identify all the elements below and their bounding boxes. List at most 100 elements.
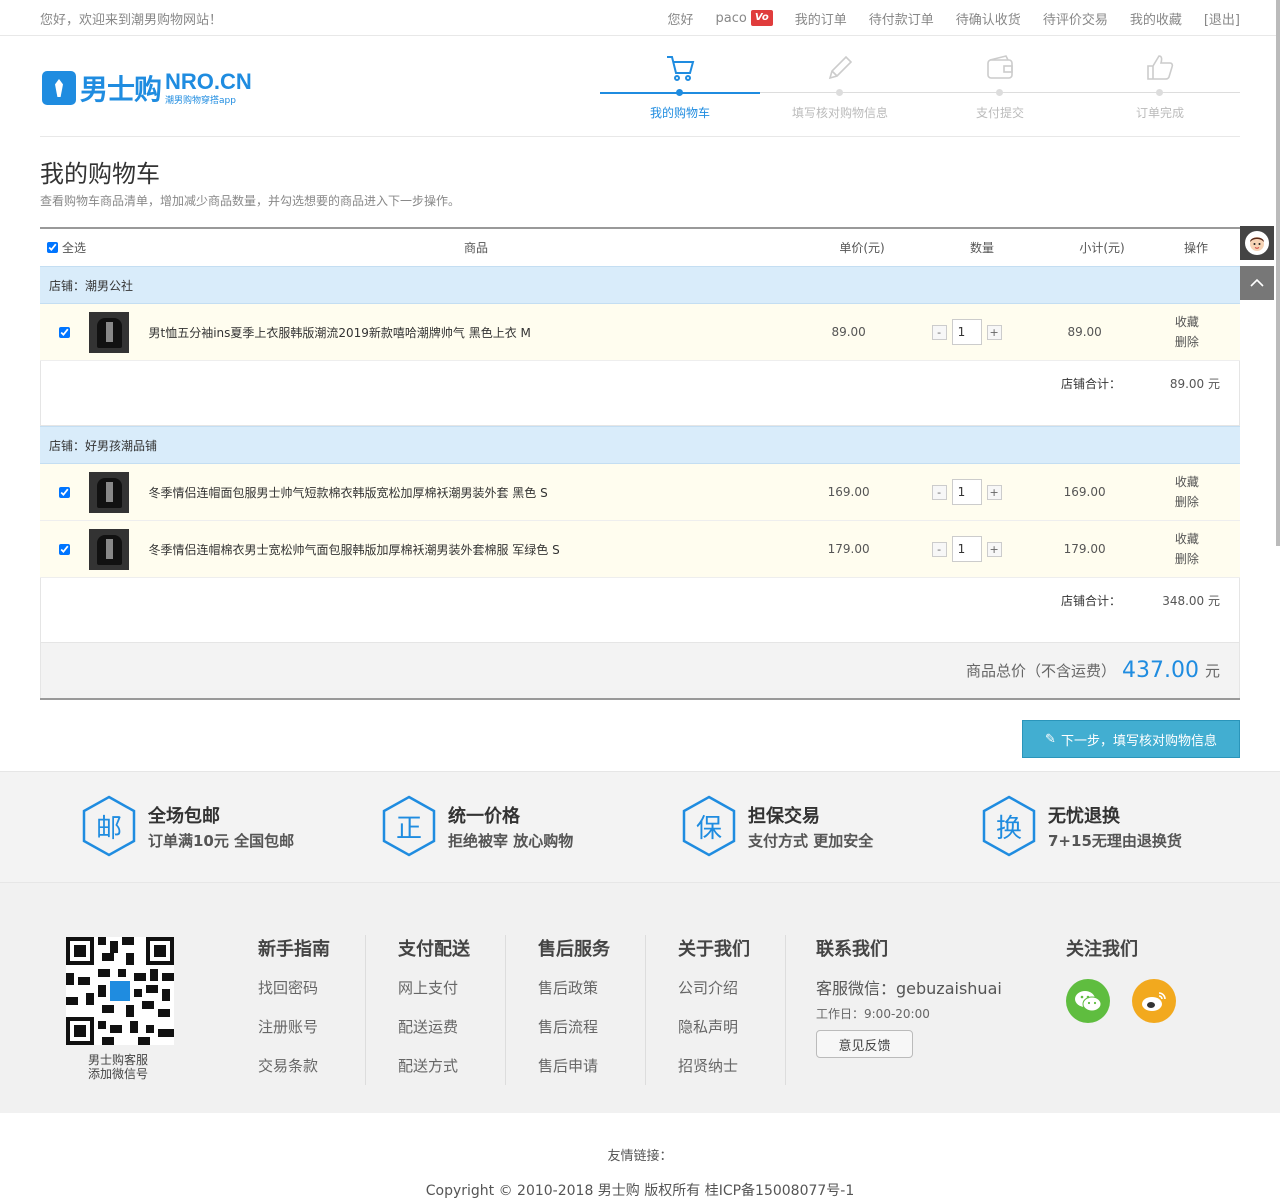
step-fill-info: 填写核对购物信息 — [760, 48, 920, 128]
pending-review-link[interactable]: 待评价交易 — [1043, 9, 1108, 28]
delete-link[interactable]: 删除 — [1134, 549, 1240, 569]
guarantee-desc: 7+15无理由退换货 — [1048, 831, 1182, 850]
decrease-button[interactable]: - — [931, 541, 947, 557]
customer-service-avatar[interactable] — [1240, 226, 1274, 260]
cart-item: 冬季情侣连帽面包服男士帅气短款棉衣韩版宽松加厚棉袄潮男装外套 黑色 S 169.… — [40, 464, 1240, 521]
footer-link[interactable]: 售后政策 — [538, 977, 645, 998]
footer-link[interactable]: 售后申请 — [538, 1055, 645, 1076]
next-step-label: 下一步，填写核对购物信息 — [1060, 733, 1217, 749]
footer-link[interactable]: 售后流程 — [538, 1016, 645, 1037]
feedback-button[interactable]: 意见反馈 — [816, 1030, 913, 1058]
footer: 男士购客服 添加微信号 新手指南 找回密码 注册账号 交易条款 支付配送 网上支付… — [0, 883, 1280, 1113]
quantity-stepper: - 1 + — [898, 536, 1036, 562]
shop-total: 店铺合计： 348.00 元 — [40, 578, 1240, 643]
guarantee-title: 担保交易 — [748, 805, 820, 827]
footer-link[interactable]: 配送方式 — [398, 1055, 505, 1076]
guarantee-secured-trade: 保 担保交易 支付方式 更加安全 — [682, 795, 873, 857]
footer-link[interactable]: 公司介绍 — [678, 977, 785, 998]
select-all-checkbox[interactable] — [47, 242, 58, 253]
logo-en: NRO.CN — [165, 68, 252, 94]
footer-link[interactable]: 配送运费 — [398, 1016, 505, 1037]
guarantee-title: 无忧退换 — [1048, 805, 1120, 827]
page-subtitle: 查看购物车商品清单，增加减少商品数量，并勾选想要的商品进入下一步操作。 — [40, 194, 461, 208]
contact-us: 联系我们 客服微信：gebuzaishuai 工作日：9:00-20:00 意见… — [816, 935, 1002, 1058]
favorite-link[interactable]: 收藏 — [1134, 472, 1240, 492]
footer-col-payment: 支付配送 网上支付 配送运费 配送方式 — [398, 935, 506, 1085]
quantity-input[interactable]: 1 — [951, 536, 982, 562]
product-thumbnail[interactable] — [89, 471, 130, 513]
my-orders-link[interactable]: 我的订单 — [795, 9, 847, 28]
quantity-input[interactable]: 1 — [951, 479, 982, 505]
footer-col-title: 售后服务 — [538, 939, 610, 960]
weibo-icon[interactable] — [1131, 979, 1176, 1023]
footer-col-about: 关于我们 公司介绍 隐私声明 招贤纳士 — [678, 935, 786, 1085]
cart-table: 全选 商品 单价(元) 数量 小计(元) 操作 店铺：潮男公社 男t恤五分袖in… — [40, 227, 1240, 700]
item-checkbox[interactable] — [59, 543, 71, 555]
item-subtotal: 169.00 — [1063, 485, 1106, 499]
logo[interactable]: 男士购 NRO.CN 潮男购物穿搭app — [42, 68, 252, 108]
footer-link[interactable]: 隐私声明 — [678, 1016, 785, 1037]
logo-cn: 男士购 — [80, 73, 162, 106]
product-thumbnail[interactable] — [89, 311, 130, 353]
guarantee-easy-return: 换 无忧退换 7+15无理由退换货 — [982, 795, 1182, 857]
tie-logo-icon — [42, 71, 76, 105]
delete-link[interactable]: 删除 — [1134, 332, 1240, 352]
qr-code-icon — [66, 937, 174, 1045]
increase-button[interactable]: + — [986, 324, 1002, 340]
footer-link[interactable]: 注册账号 — [258, 1016, 365, 1037]
footer-link[interactable]: 网上支付 — [398, 977, 505, 998]
goods-header: 商品 — [464, 241, 489, 255]
guarantee-free-shipping: 邮 全场包邮 订单满10元 全国包邮 — [82, 795, 294, 857]
copyright: Copyright © 2010-2018 男士购 版权所有 桂ICP备1500… — [425, 1183, 855, 1199]
logout-link[interactable]: [退出] — [1204, 9, 1240, 28]
item-checkbox[interactable] — [59, 486, 71, 498]
work-hours: 工作日：9:00-20:00 — [816, 1007, 930, 1021]
product-title[interactable]: 冬季情侣连帽面包服男士帅气短款棉衣韩版宽松加厚棉袄潮男装外套 黑色 S — [129, 484, 799, 501]
price-header: 单价(元) — [839, 241, 885, 255]
pending-payment-link[interactable]: 待付款订单 — [869, 9, 934, 28]
greeting-link[interactable]: 您好 — [668, 9, 694, 28]
guarantee-title: 统一价格 — [448, 805, 520, 827]
favorite-link[interactable]: 收藏 — [1134, 529, 1240, 549]
item-checkbox[interactable] — [59, 326, 71, 338]
shop-total-value: 89.00 元 — [1169, 377, 1220, 391]
cart-item: 男t恤五分袖ins夏季上衣服韩版潮流2019新款嘻哈潮牌帅气 黑色上衣 M 89… — [40, 304, 1240, 361]
quantity-stepper: - 1 + — [898, 479, 1036, 505]
bottom-bar: 友情链接： Copyright © 2010-2018 男士购 版权所有 桂IC… — [0, 1113, 1280, 1203]
guarantee-unified-price: 正 统一价格 拒绝被宰 放心购物 — [382, 795, 573, 857]
increase-button[interactable]: + — [986, 541, 1002, 557]
delete-link[interactable]: 删除 — [1134, 492, 1240, 512]
shop-total-label: 店铺合计： — [1061, 594, 1122, 608]
scrollbar[interactable] — [1276, 0, 1280, 546]
footer-link[interactable]: 找回密码 — [258, 977, 365, 998]
product-title[interactable]: 男t恤五分袖ins夏季上衣服韩版潮流2019新款嘻哈潮牌帅气 黑色上衣 M — [129, 324, 799, 341]
shop-header[interactable]: 店铺：好男孩潮品铺 — [40, 426, 1240, 464]
subtotal-header: 小计(元) — [1079, 241, 1125, 255]
decrease-button[interactable]: - — [931, 324, 947, 340]
pending-receipt-link[interactable]: 待确认收货 — [956, 9, 1021, 28]
item-subtotal: 179.00 — [1063, 542, 1106, 556]
product-thumbnail[interactable] — [89, 528, 130, 570]
footer-link[interactable]: 交易条款 — [258, 1055, 365, 1076]
favorite-link[interactable]: 收藏 — [1134, 312, 1240, 332]
user-link[interactable]: paco Vo — [716, 10, 773, 26]
wechat-id: 客服微信：gebuzaishuai — [816, 979, 1002, 998]
increase-button[interactable]: + — [986, 484, 1002, 500]
next-step-button[interactable]: ✎ 下一步，填写核对购物信息 — [1022, 720, 1240, 758]
shop-total: 店铺合计： 89.00 元 — [40, 361, 1240, 426]
back-to-top-button[interactable] — [1240, 266, 1274, 300]
decrease-button[interactable]: - — [931, 484, 947, 500]
hexagon-icon: 保 — [682, 795, 736, 857]
product-title[interactable]: 冬季情侣连帽棉衣男士宽松帅气面包服韩版加厚棉袄潮男装外套棉服 军绿色 S — [129, 541, 799, 558]
wechat-icon[interactable] — [1066, 979, 1110, 1023]
my-favorites-link[interactable]: 我的收藏 — [1130, 9, 1182, 28]
header: 男士购 NRO.CN 潮男购物穿搭app 我的购物车 填写核对购物信息 支付提交… — [40, 36, 1240, 136]
hexagon-icon: 正 — [382, 795, 436, 857]
shop-header[interactable]: 店铺：潮男公社 — [40, 266, 1240, 304]
operation-header: 操作 — [1183, 241, 1208, 255]
footer-link[interactable]: 招贤纳士 — [678, 1055, 785, 1076]
guarantee-title: 全场包邮 — [148, 805, 220, 827]
page-title: 我的购物车 — [40, 160, 160, 188]
table-header: 全选 商品 单价(元) 数量 小计(元) 操作 — [40, 229, 1240, 266]
quantity-input[interactable]: 1 — [951, 319, 982, 345]
